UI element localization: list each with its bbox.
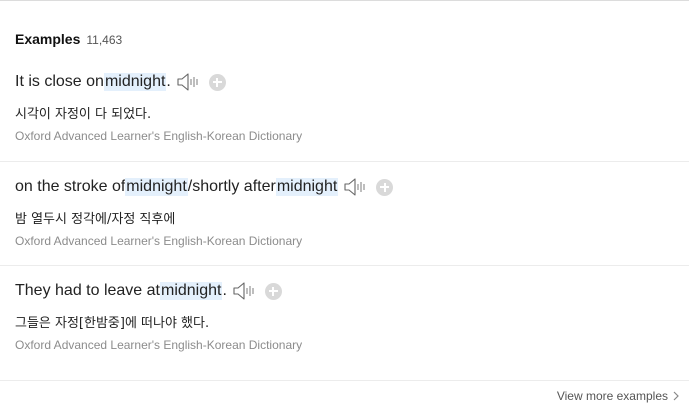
highlighted-keyword: midnight xyxy=(103,73,167,91)
sentence-text: . xyxy=(166,73,171,90)
examples-count: 11,463 xyxy=(86,33,123,47)
example-item: on the stroke of midnight/shortly after … xyxy=(0,161,689,265)
sentence-text: It is close on xyxy=(15,73,104,90)
example-sentence: on the stroke of midnight/shortly after … xyxy=(15,178,394,196)
example-item: They had to leave at midnight. 그들은 자정[한밤중… xyxy=(0,265,689,369)
sentence-text: They had to leave at xyxy=(15,282,160,299)
example-source: Oxford Advanced Learner's English-Korean… xyxy=(15,234,303,248)
view-more-label: View more examples xyxy=(556,389,668,403)
example-sentence: It is close on midnight. xyxy=(15,73,226,91)
highlighted-keyword: midnight xyxy=(275,178,339,196)
speaker-icon[interactable] xyxy=(344,178,368,196)
example-translation: 그들은 자정[한밤중]에 떠나야 했다. xyxy=(15,316,210,331)
highlighted-keyword: midnight xyxy=(125,178,188,196)
example-source: Oxford Advanced Learner's English-Korean… xyxy=(15,338,303,352)
example-translation: 시각이 자정이 다 되었다. xyxy=(15,107,152,122)
plus-circle-icon[interactable] xyxy=(264,282,282,300)
example-source: Oxford Advanced Learner's English-Korean… xyxy=(15,129,303,143)
example-sentence: They had to leave at midnight. xyxy=(15,282,282,300)
speaker-icon[interactable] xyxy=(233,282,257,300)
speaker-icon[interactable] xyxy=(177,73,201,91)
examples-footer: View more examples xyxy=(0,380,689,409)
plus-circle-icon[interactable] xyxy=(376,178,394,196)
view-more-examples-link[interactable]: View more examples xyxy=(557,389,679,403)
sentence-text: /shortly after xyxy=(187,178,276,195)
examples-title: Examples xyxy=(15,31,81,47)
sentence-text: on the stroke of xyxy=(15,178,126,195)
example-translation: 밤 열두시 정각에/자정 직후에 xyxy=(15,212,176,227)
plus-circle-icon[interactable] xyxy=(208,73,226,91)
examples-panel: Examples 11,463 It is close on midnight.… xyxy=(0,0,689,409)
highlighted-keyword: midnight xyxy=(159,282,223,300)
examples-header: Examples 11,463 xyxy=(15,31,122,47)
example-item: It is close on midnight. 시각이 자정이 다 되었다. Ox… xyxy=(0,57,689,161)
chevron-right-icon xyxy=(673,391,679,401)
sentence-text: . xyxy=(222,282,227,299)
